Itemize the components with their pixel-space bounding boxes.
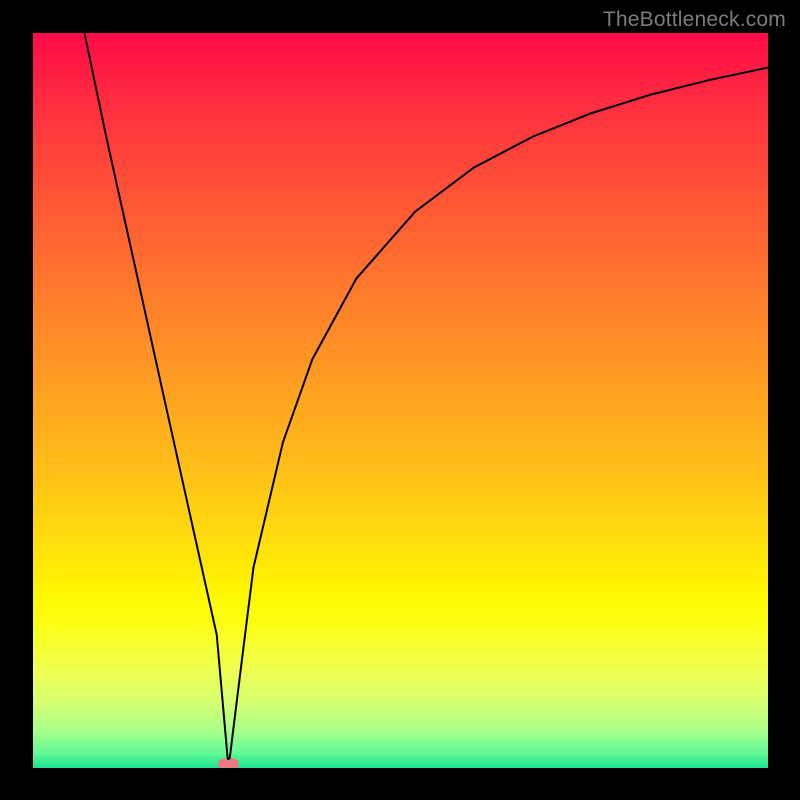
attribution-text: TheBottleneck.com: [603, 8, 786, 32]
curve-line: [84, 33, 768, 768]
chart-frame: TheBottleneck.com: [0, 0, 800, 800]
plot-area: [33, 33, 768, 768]
bottleneck-curve: [33, 33, 768, 768]
